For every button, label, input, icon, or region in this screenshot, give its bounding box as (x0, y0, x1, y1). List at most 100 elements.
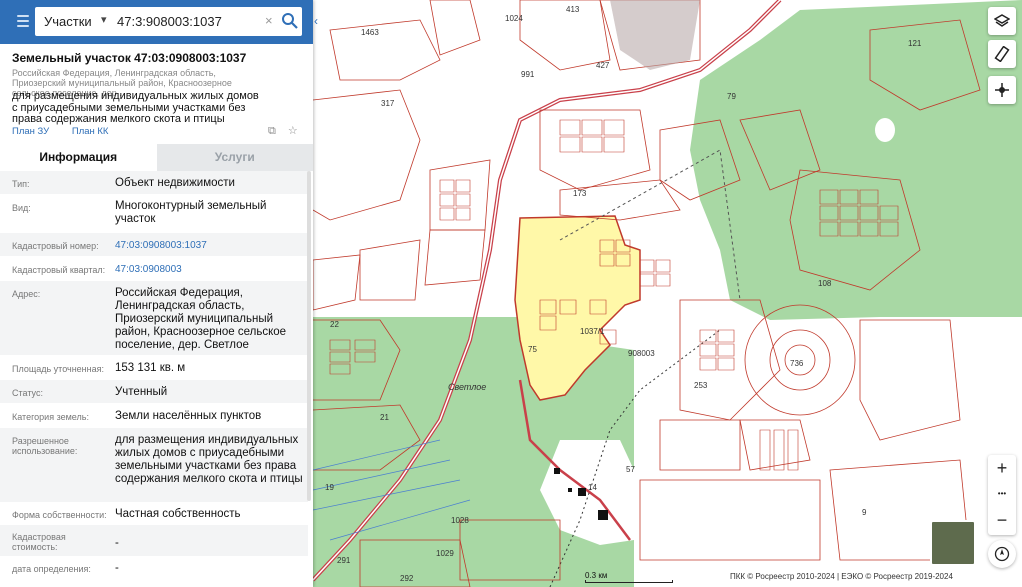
row-label: Статус: (12, 388, 43, 398)
row-value: для размещения индивидуальных жилых домо… (115, 434, 303, 485)
header-actions: ⧉ ☆ (268, 124, 307, 138)
map-label: 121 (908, 39, 922, 48)
table-row: дата определения: - (0, 557, 308, 581)
scale-label: 0.3 км (585, 571, 608, 580)
ruler-icon (994, 46, 1010, 62)
map-label: 991 (521, 70, 535, 79)
tab-bar: Информация Услуги (0, 144, 313, 171)
settlement-label: Светлое (448, 382, 486, 392)
page-title: Земельный участок 47:03:0908003:1037 (12, 51, 247, 65)
search-input[interactable] (117, 12, 262, 31)
table-row: Форма собственности: Частная собственнос… (0, 503, 308, 525)
map-label: 292 (400, 574, 414, 583)
plan-links: План ЗУ План КК (12, 126, 128, 137)
buildings (610, 0, 700, 70)
quarter-label: 908003 (628, 349, 655, 358)
row-label: Кадастровый номер: (12, 241, 99, 251)
row-label: Тип: (12, 179, 30, 189)
zoom-more-button[interactable]: ••• (988, 481, 1016, 507)
map-label: 173 (573, 189, 587, 198)
row-label: Кадастровая стоимость: (12, 532, 66, 552)
tab-information[interactable]: Информация (0, 144, 157, 171)
row-value: - (115, 562, 119, 574)
layers-icon (994, 14, 1010, 27)
row-label: Площадь уточненная: (12, 364, 104, 374)
map-label: 14 (588, 483, 597, 492)
chevron-down-icon[interactable]: ▾ (101, 13, 107, 26)
cadastral-quarter-link[interactable]: 47:03:0908003 (115, 263, 305, 276)
map-label: 427 (596, 61, 610, 70)
map-label: 1463 (361, 28, 379, 37)
info-panel: Участки ▾ × Земельный участок 47:03:0908… (0, 0, 313, 587)
plan-zu-link[interactable]: План ЗУ (12, 126, 49, 137)
map-label: 1029 (436, 549, 454, 558)
map-label: 19 (325, 483, 334, 492)
row-value: Частная собственность (115, 508, 241, 520)
basemap-switcher[interactable] (930, 520, 976, 566)
table-row: Категория земель: Земли населённых пункт… (0, 404, 308, 428)
map-label: 21 (380, 413, 389, 422)
map-label: 317 (381, 99, 395, 108)
table-row: Тип: Объект недвижимости (0, 171, 308, 195)
menu-icon[interactable] (17, 15, 29, 28)
row-value: - (115, 537, 119, 549)
map-label: 79 (727, 92, 736, 101)
zoom-control: + ••• − (988, 455, 1016, 535)
map-label: 1024 (505, 14, 523, 23)
compass-button[interactable] (988, 540, 1016, 568)
purpose-summary: для размещения индивидуальных жилых домо… (12, 90, 259, 125)
scale-bar (585, 580, 673, 583)
row-label: Категория земель: (12, 412, 89, 422)
map-label: 413 (566, 5, 580, 14)
zoom-out-button[interactable]: − (988, 507, 1016, 533)
cadastral-number-link[interactable]: 47:03:0908003:1037 (115, 239, 305, 252)
map-label: 57 (626, 465, 635, 474)
row-label: Разрешенное использование: (12, 436, 78, 456)
row-value: Российская Федерация, Ленинградская обла… (115, 287, 287, 351)
table-row: Вид: Многоконтурный земельный участок (0, 195, 308, 233)
table-row: Статус: Учтенный (0, 380, 308, 404)
table-row: Адрес: Российская Федерация, Ленинградск… (0, 281, 308, 356)
map-label: 291 (337, 556, 351, 565)
row-label: Форма собственности: (12, 510, 107, 520)
document-icon[interactable]: ⧉ (268, 125, 276, 137)
star-icon[interactable]: ☆ (288, 125, 298, 137)
map-label: 736 (790, 359, 804, 368)
search-type-select[interactable]: Участки (44, 14, 92, 29)
collapse-panel-icon[interactable]: ‹ (314, 14, 318, 28)
row-value: Объект недвижимости (115, 177, 235, 189)
map-label: 9 (862, 508, 867, 517)
row-label: Вид: (12, 203, 31, 213)
parcel-number-label: 1037/1 (580, 327, 605, 336)
search-box: Участки ▾ × (35, 7, 302, 36)
tab-services[interactable]: Услуги (156, 144, 313, 171)
table-row: Кадастровый квартал: 47:03:0908003 (0, 257, 308, 281)
row-value: Многоконтурный земельный участок (115, 200, 267, 225)
row-label: Кадастровый квартал: (12, 265, 106, 275)
search-bar: Участки ▾ × (0, 0, 313, 44)
map-label: 1028 (451, 516, 469, 525)
crosshair-icon (995, 83, 1009, 97)
row-label: Адрес: (12, 289, 41, 299)
table-row: Кадастровая стоимость: - (0, 525, 308, 557)
table-row: Разрешенное использование: для размещени… (0, 428, 308, 503)
property-table: Тип: Объект недвижимости Вид: Многоконту… (0, 171, 308, 581)
row-value: Земли населённых пунктов (115, 410, 262, 422)
plan-kk-link[interactable]: План КК (72, 126, 109, 137)
map-label: 75 (528, 345, 537, 354)
measure-button[interactable] (988, 40, 1016, 68)
scrollbar[interactable] (307, 171, 311, 501)
table-row: Площадь уточненная: 153 131 кв. м (0, 356, 308, 380)
map-label: 108 (818, 279, 832, 288)
layers-button[interactable] (988, 7, 1016, 35)
forest-area (690, 0, 1022, 320)
row-value: 153 131 кв. м (115, 362, 186, 374)
row-label: дата определения: (12, 564, 91, 574)
zoom-in-button[interactable]: + (988, 455, 1016, 481)
clear-icon[interactable]: × (265, 13, 273, 28)
locate-button[interactable] (988, 76, 1016, 104)
search-icon[interactable] (280, 11, 300, 31)
row-value: Учтенный (115, 386, 168, 398)
compass-icon (994, 546, 1010, 562)
copyright-text: ПКК © Росреестр 2010-2024 | ЕЭКО © Росре… (728, 572, 955, 581)
